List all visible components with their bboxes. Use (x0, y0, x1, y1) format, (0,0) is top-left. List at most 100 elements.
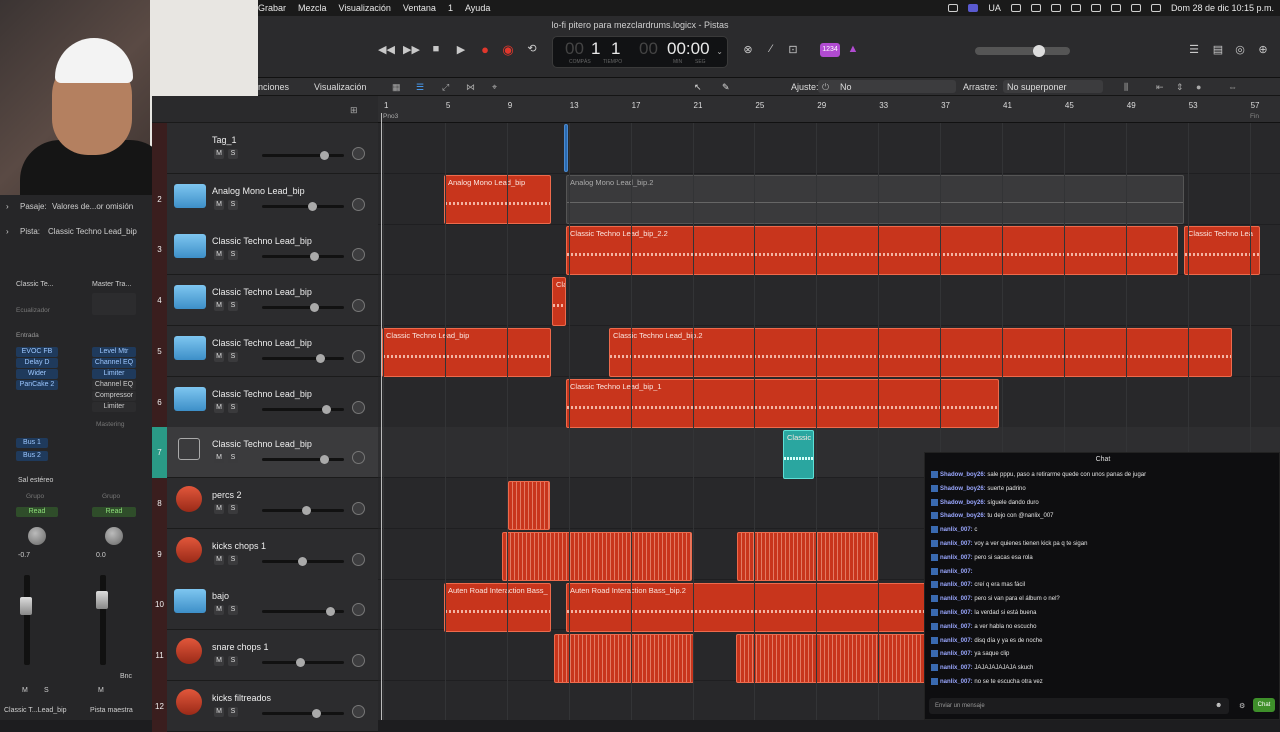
zoom-vertical-icon[interactable]: ⇕ (1176, 82, 1184, 93)
mute-button[interactable]: M (214, 149, 224, 159)
pan-knob[interactable] (352, 603, 365, 617)
fader-track-left[interactable] (24, 575, 30, 665)
ruler-bar-number[interactable]: 9 (508, 101, 512, 110)
volume-knob[interactable] (310, 303, 319, 313)
chat-username[interactable]: nanlix_007: (940, 665, 973, 671)
pan-knob[interactable] (352, 400, 365, 414)
mute-button[interactable]: M (214, 301, 224, 312)
menu-1[interactable]: 1 (448, 3, 453, 13)
ruler-bar-number[interactable]: 17 (632, 101, 641, 110)
play-icon[interactable] (1030, 4, 1041, 12)
catch-icon[interactable]: ⌖ (492, 82, 497, 93)
region-classic-techno-5a[interactable]: Classic Techno Lead_bip (382, 328, 551, 377)
plugin-channel-eq-2[interactable]: Channel EQ (92, 380, 136, 390)
search-icon[interactable] (1130, 4, 1141, 12)
track-header[interactable]: 8 percs 2 MS (152, 477, 378, 529)
track-volume-slider[interactable] (262, 252, 344, 262)
track-lane[interactable] (378, 275, 1280, 327)
region-analog-mono-1[interactable]: Analog Mono Lead_bip (444, 175, 551, 224)
track-volume-slider[interactable] (262, 658, 344, 667)
pasaje-value[interactable]: Valores de...or omisión (52, 202, 133, 211)
drag-select[interactable]: No superponer (1003, 80, 1103, 93)
solo-button[interactable]: S (228, 706, 238, 717)
fit-icon[interactable]: ⇤ (1156, 82, 1164, 93)
snap-select[interactable]: ⏻ No (818, 80, 956, 93)
input-source-badge[interactable]: UA (988, 3, 1001, 13)
automation-icon[interactable]: ⤢ (442, 82, 449, 93)
region-kicks-2[interactable] (737, 532, 878, 581)
pan-knob-right[interactable] (105, 527, 123, 545)
solo-button[interactable]: S (228, 605, 238, 616)
browser-icon[interactable]: ⊕ (1255, 43, 1271, 56)
track-header[interactable]: 7 Classic Techno Lead_bip M S (152, 427, 378, 479)
plugin-level-meter[interactable]: Level Mtr (92, 347, 136, 357)
pan-knob[interactable] (352, 704, 365, 718)
note-pad-icon[interactable]: ▤ (1210, 43, 1226, 56)
zoom-horizontal-icon[interactable]: ⇔ (1228, 82, 1237, 92)
mute-right[interactable]: M (98, 687, 104, 694)
marker-start[interactable]: Pno3 (383, 113, 398, 120)
clock[interactable]: Dom 28 de dic 10:15 p.m. (1171, 3, 1274, 13)
fader-track-right[interactable] (100, 575, 106, 665)
status-icon[interactable] (948, 4, 959, 12)
track-volume-slider[interactable] (262, 303, 344, 313)
ruler-bar-number[interactable]: 5 (446, 101, 450, 110)
pan-knob[interactable] (352, 654, 365, 667)
chat-username[interactable]: nanlix_007: (940, 596, 973, 602)
track-header[interactable]: 3 Classic Techno Lead_bip M S (152, 224, 378, 276)
ruler-bar-number[interactable]: 53 (1189, 101, 1198, 110)
mute-button[interactable]: M (214, 503, 224, 514)
mute-button[interactable]: M (214, 554, 224, 565)
plugin-limiter-2[interactable]: Limiter (92, 402, 136, 412)
track-name[interactable]: Classic Techno Lead_bip (212, 236, 312, 246)
ruler-bar-number[interactable]: 49 (1127, 101, 1136, 110)
lcd-display[interactable]: 00 1 1 00 00:00 COMPÁS TIEMPO MIN SEG ⌄ (552, 36, 728, 68)
menu-ayuda[interactable]: Ayuda (465, 3, 490, 13)
count-in-badge[interactable]: 1234 (820, 43, 840, 57)
eq-label[interactable]: Ecualizador (16, 307, 50, 314)
chevron-down-icon[interactable]: ⌄ (716, 47, 723, 56)
track-header[interactable]: 2 Analog Mono Lead_bip M S (152, 173, 378, 225)
fader-right[interactable] (96, 591, 108, 609)
solo-button[interactable]: S (228, 149, 238, 159)
solo-icon[interactable]: ⊡ (785, 43, 801, 56)
track-name[interactable]: snare chops 1 (212, 642, 269, 652)
user-icon[interactable] (1070, 4, 1081, 12)
automation-read-right[interactable]: Read (92, 507, 136, 517)
list-editors-icon[interactable]: ☰ (1186, 43, 1202, 56)
volume-value-right[interactable]: 0.0 (96, 552, 106, 559)
pan-knob[interactable] (352, 349, 365, 363)
input-label[interactable]: Entrada (16, 332, 39, 339)
settings-icon[interactable]: ⚙ (1239, 702, 1245, 710)
track-header[interactable]: 9 kicks chops 1 MS (152, 528, 378, 580)
menu-mezcla[interactable]: Mezcla (298, 3, 327, 13)
track-volume-slider[interactable] (262, 353, 344, 363)
menu-visualizacion[interactable]: Visualización (339, 3, 391, 13)
solo-button[interactable]: S (228, 503, 238, 514)
track-header[interactable]: 10 bajo M S (152, 579, 378, 631)
eq-thumbnail[interactable] (92, 293, 136, 315)
chat-input[interactable]: Enviar un mensaje (929, 698, 1229, 714)
chat-send-button[interactable]: Chat (1253, 698, 1275, 712)
volume-knob[interactable] (326, 607, 335, 617)
solo-button[interactable]: S (228, 554, 238, 565)
region-classic-techno-5b[interactable]: Classic Techno Lead_bip.2 (609, 328, 1232, 377)
playhead[interactable] (381, 113, 382, 720)
track-volume-slider[interactable] (262, 708, 344, 718)
rewind-icon[interactable]: ◀◀ (378, 43, 395, 56)
track-header[interactable]: 11 snare chops 1 MS (152, 630, 378, 681)
pointer-tool-icon[interactable]: ↖ (694, 82, 702, 93)
battery-icon[interactable] (1090, 4, 1101, 12)
chat-username[interactable]: nanlix_007: (940, 638, 973, 644)
region-classic-techno-3b[interactable]: Classic Techno Lea (1184, 226, 1260, 275)
track-name[interactable]: Classic Techno Lead_bip (212, 439, 312, 449)
chat-username[interactable]: Shadow_boy26: (940, 500, 986, 506)
region-classic-techno-3a[interactable]: Classic Techno Lead_bip_2.2 (566, 226, 1178, 275)
volume-knob[interactable] (310, 252, 319, 262)
ruler-bar-number[interactable]: 1 (384, 101, 388, 110)
track-name[interactable]: percs 2 (212, 490, 242, 500)
chat-username[interactable]: nanlix_007: (940, 555, 973, 561)
track-volume-slider[interactable] (262, 404, 344, 414)
play-icon[interactable]: ▶ (453, 43, 469, 56)
pan-knob-left[interactable] (28, 527, 46, 545)
